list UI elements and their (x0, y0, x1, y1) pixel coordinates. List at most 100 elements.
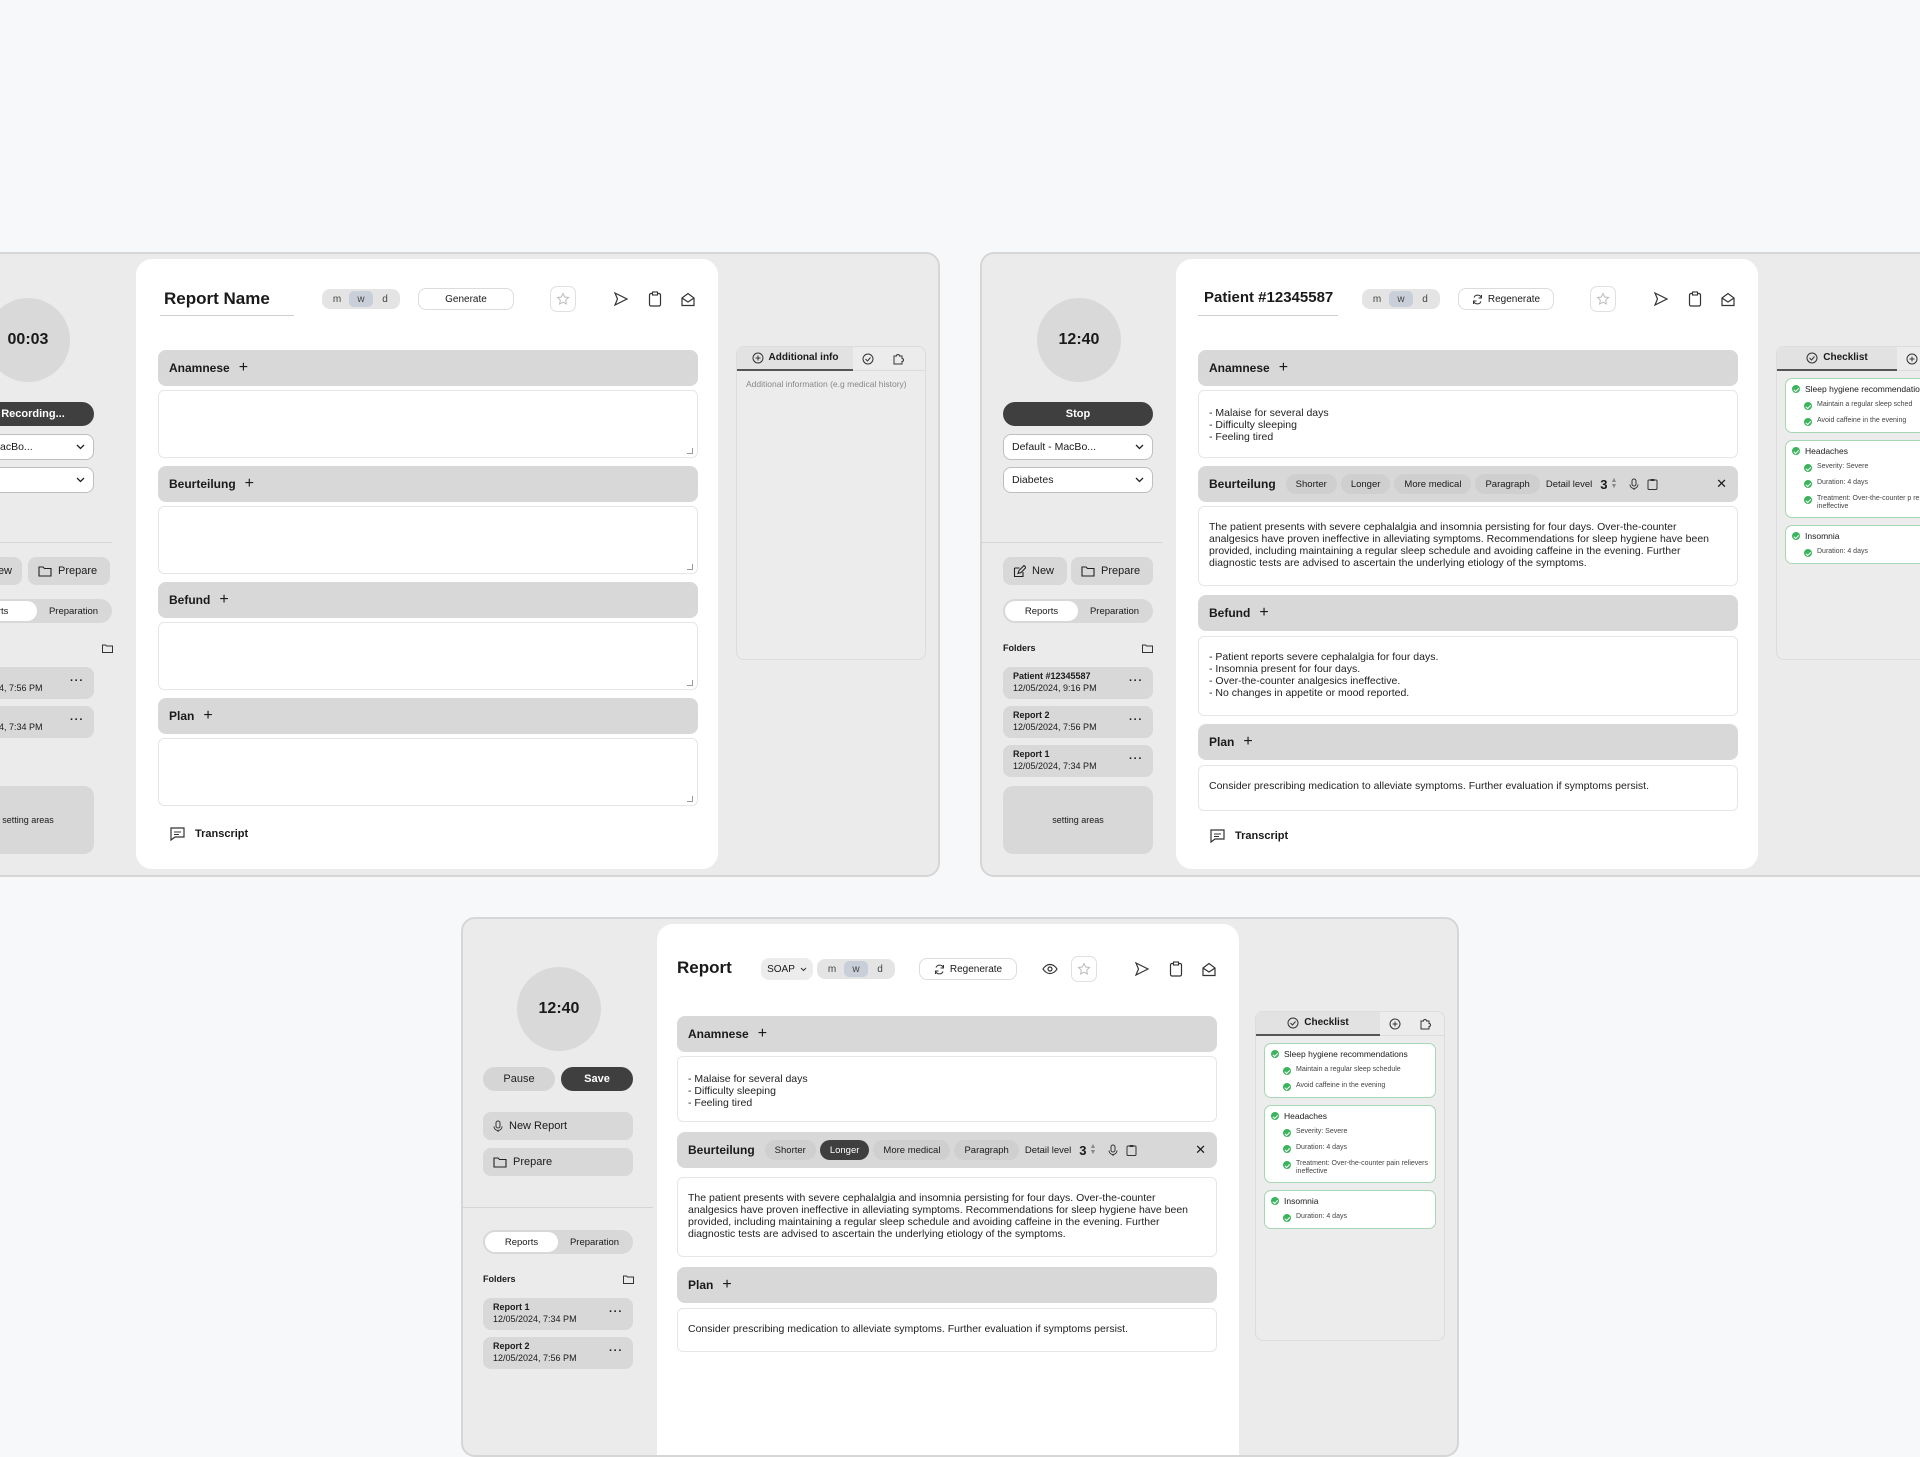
transcript-button[interactable]: Transcript (170, 827, 248, 841)
clipboard-icon[interactable] (646, 290, 664, 308)
option-w[interactable]: w (1389, 291, 1413, 307)
option-d[interactable]: d (1413, 291, 1437, 307)
option-d[interactable]: d (373, 291, 397, 307)
section-befund-text[interactable]: - Patient reports severe cephalalgia for… (1198, 636, 1738, 716)
folder-add-icon[interactable] (1142, 644, 1153, 653)
more-icon[interactable]: ··· (609, 1345, 623, 1357)
list-item[interactable]: :12024, 7:34 PM··· (0, 706, 94, 738)
section-plan-text[interactable] (158, 738, 698, 806)
plus-icon[interactable]: + (1243, 733, 1252, 751)
more-icon[interactable]: ··· (70, 675, 84, 687)
resize-handle[interactable] (687, 564, 693, 570)
tab-preparation[interactable]: Preparation (1078, 601, 1151, 621)
more-medical-button[interactable]: More medical (873, 1140, 951, 1160)
clipboard-icon[interactable] (1167, 960, 1185, 978)
clipboard-icon[interactable] (1126, 1144, 1137, 1156)
recording-button[interactable]: Recording... (0, 402, 94, 426)
checklist-subitem[interactable]: Duration: 4 days (1804, 479, 1920, 488)
star-button[interactable] (550, 286, 576, 312)
tab-reports[interactable]: Reports (485, 1232, 558, 1252)
send-icon[interactable] (612, 290, 630, 308)
plus-icon[interactable]: + (203, 707, 212, 725)
list-item[interactable]: 22024, 7:56 PM··· (0, 667, 94, 699)
checklist-subitem[interactable]: Duration: 4 days (1283, 1144, 1429, 1153)
template-select[interactable]: Diabetes (1003, 467, 1153, 493)
plus-circle-icon[interactable] (1897, 347, 1920, 371)
section-plan-text[interactable]: Consider prescribing medication to allev… (677, 1308, 1217, 1352)
plus-icon[interactable]: + (722, 1276, 731, 1294)
section-plan-header[interactable]: Plan + (1198, 724, 1738, 760)
checklist-item[interactable]: Headaches (1792, 446, 1920, 456)
option-m[interactable]: m (820, 961, 844, 977)
section-anamnese-text[interactable]: - Malaise for several days - Difficulty … (677, 1056, 1217, 1122)
section-beurteilung-header[interactable]: Beurteilung Shorter Longer More medical … (1198, 466, 1738, 502)
plus-icon[interactable]: + (245, 475, 254, 493)
list-item[interactable]: Report 2 12/05/2024, 7:56 PM ··· (1003, 706, 1153, 738)
plus-circle-icon[interactable] (1380, 1012, 1410, 1036)
clipboard-icon[interactable] (1686, 290, 1704, 308)
inbox-icon[interactable] (679, 290, 697, 308)
page-title[interactable]: Report Name (164, 289, 270, 309)
send-icon[interactable] (1652, 290, 1670, 308)
regenerate-button[interactable]: Regenerate (919, 958, 1017, 980)
resize-handle[interactable] (687, 448, 693, 454)
section-beurteilung-text[interactable]: The patient presents with severe cephala… (677, 1177, 1217, 1257)
paragraph-button[interactable]: Paragraph (954, 1140, 1019, 1160)
pause-button[interactable]: Pause (483, 1067, 555, 1091)
format-select[interactable]: SOAP (761, 958, 813, 980)
checklist-subitem[interactable]: Maintain a regular sleep schedule (1283, 1066, 1429, 1075)
prepare-button[interactable]: Prepare (483, 1148, 633, 1176)
puzzle-icon[interactable] (883, 347, 913, 371)
template-select[interactable]: es (0, 467, 94, 493)
stop-button[interactable]: Stop (1003, 402, 1153, 426)
detail-level-value[interactable]: 3 (1600, 477, 1607, 492)
checklist-item[interactable]: Headaches (1271, 1111, 1429, 1121)
checklist-item[interactable]: Sleep hygiene recommendations (1271, 1049, 1429, 1059)
paragraph-button[interactable]: Paragraph (1475, 474, 1540, 494)
stepper-icon[interactable]: ▲ ▼ (1090, 1143, 1097, 1156)
checklist-subitem[interactable]: Avoid caffeine in the evening (1283, 1082, 1429, 1091)
folder-add-icon[interactable] (623, 1275, 634, 1284)
section-beurteilung-text[interactable] (158, 506, 698, 574)
section-plan-header[interactable]: Plan + (677, 1267, 1217, 1303)
section-beurteilung-header[interactable]: Beurteilung + (158, 466, 698, 502)
inbox-icon[interactable] (1200, 960, 1218, 978)
stepper-icon[interactable]: ▲ ▼ (1611, 477, 1618, 490)
checklist-item[interactable]: Insomnia (1792, 531, 1920, 541)
checklist-subitem[interactable]: Duration: 4 days (1283, 1213, 1429, 1222)
resize-handle[interactable] (687, 680, 693, 686)
option-m[interactable]: m (1365, 291, 1389, 307)
clipboard-icon[interactable] (1647, 478, 1658, 490)
close-icon[interactable]: ✕ (1195, 1142, 1206, 1158)
checklist-subitem[interactable]: Treatment: Over-the-counter pain relieve… (1283, 1160, 1429, 1176)
more-icon[interactable]: ··· (1129, 675, 1143, 687)
page-title[interactable]: Patient #12345587 (1204, 289, 1333, 306)
regenerate-button[interactable]: Regenerate (1458, 288, 1554, 310)
tab-checklist[interactable]: Checklist (1256, 1011, 1380, 1036)
tab-checklist[interactable]: Checklist (1777, 346, 1897, 371)
section-anamnese-header[interactable]: Anamnese + (158, 350, 698, 386)
mic-icon[interactable] (1108, 1144, 1118, 1157)
puzzle-icon[interactable] (1410, 1012, 1440, 1036)
checklist-subitem[interactable]: Duration: 4 days (1804, 548, 1920, 557)
shorter-button[interactable]: Shorter (764, 1140, 816, 1160)
option-d[interactable]: d (868, 961, 892, 977)
checklist-item[interactable]: Insomnia (1271, 1196, 1429, 1206)
detail-level-value[interactable]: 3 (1079, 1143, 1086, 1158)
list-item[interactable]: Report 2 12/05/2024, 7:56 PM ··· (483, 1337, 633, 1369)
tab-additional-info[interactable]: Additional info (737, 346, 853, 371)
more-icon[interactable]: ··· (609, 1306, 623, 1318)
section-befund-text[interactable] (158, 622, 698, 690)
longer-button[interactable]: Longer (819, 1140, 870, 1160)
generate-button[interactable]: Generate (418, 288, 514, 310)
resize-handle[interactable] (687, 796, 693, 802)
tab-preparation[interactable]: Preparation (37, 601, 110, 621)
new-report-button[interactable]: New Report (483, 1112, 633, 1140)
section-anamnese-header[interactable]: Anamnese + (1198, 350, 1738, 386)
shorter-button[interactable]: Shorter (1285, 474, 1337, 494)
plus-icon[interactable]: + (758, 1025, 767, 1043)
section-plan-text[interactable]: Consider prescribing medication to allev… (1198, 765, 1738, 811)
section-beurteilung-text[interactable]: The patient presents with severe cephala… (1198, 506, 1738, 586)
checklist-subitem[interactable]: Maintain a regular sleep sched (1804, 401, 1920, 410)
send-icon[interactable] (1133, 960, 1151, 978)
